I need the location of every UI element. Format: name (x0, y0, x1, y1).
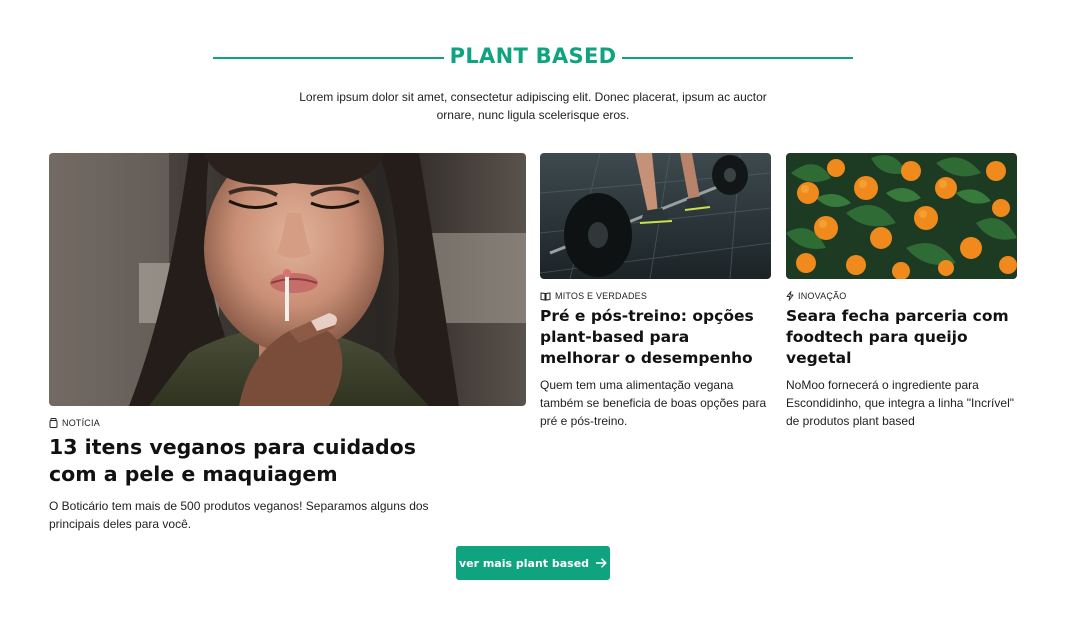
article-summary: O Boticário tem mais de 500 produtos veg… (49, 499, 429, 531)
book-icon (540, 291, 551, 301)
article-card-featured[interactable]: NOTÍCIA 13 itens veganos para cuidados c… (49, 153, 526, 533)
see-more-button-label: ver mais plant based (458, 556, 590, 570)
divider-right (622, 57, 853, 59)
section-description: Lorem ipsum dolor sit amet, consectetur … (299, 90, 767, 122)
article-summary: Quem tem uma alimentação vegana também s… (540, 378, 767, 428)
article-tag-label: MITOS E VERDADES (555, 291, 648, 301)
woman-applying-lip-gloss-photo (49, 153, 526, 406)
article-headline[interactable]: 13 itens veganos para cuidados com a pel… (49, 434, 439, 488)
oranges-on-tree-photo (786, 153, 1017, 279)
article-card-seara[interactable]: INOVAÇÃO Seara fecha parceria com foodte… (786, 153, 1017, 430)
article-image[interactable] (49, 153, 526, 406)
article-tag: INOVAÇÃO (786, 291, 1017, 301)
article-headline[interactable]: Seara fecha parceria com foodtech para q… (786, 306, 1017, 369)
article-image[interactable] (540, 153, 771, 279)
jar-icon (49, 418, 58, 428)
article-tag-label: NOTÍCIA (62, 418, 100, 428)
article-tag: MITOS E VERDADES (540, 291, 771, 301)
barbell-deadlift-photo (540, 153, 771, 279)
article-tag: NOTÍCIA (49, 418, 526, 428)
see-more-button[interactable]: ver mais plant based (456, 546, 610, 580)
section-header: PLANT BASED (0, 44, 1067, 72)
article-summary: NoMoo fornecerá o ingrediente para Escon… (786, 378, 1014, 428)
divider-left (213, 57, 444, 59)
lightning-icon (786, 291, 794, 301)
section-title: PLANT BASED (449, 44, 617, 68)
article-headline[interactable]: Pré e pós-treino: opções plant-based par… (540, 306, 771, 369)
article-tag-label: INOVAÇÃO (798, 291, 847, 301)
article-image[interactable] (786, 153, 1017, 279)
arrow-right-icon (596, 558, 607, 568)
article-card-training[interactable]: MITOS E VERDADES Pré e pós-treino: opçõe… (540, 153, 771, 430)
